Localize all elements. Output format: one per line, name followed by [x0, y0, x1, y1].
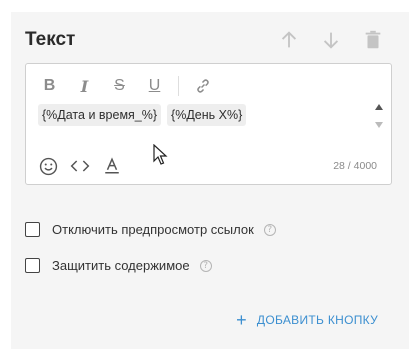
character-counter: 28 / 4000 — [333, 160, 377, 172]
protect-content-label: Защитить содержимое — [52, 258, 190, 273]
move-up-button[interactable] — [277, 28, 301, 52]
code-button[interactable] — [70, 156, 90, 176]
add-button-label: ДОБАВИТЬ КНОПКУ — [256, 313, 378, 327]
add-button-button[interactable]: + ДОБАВИТЬ КНОПКУ — [236, 311, 378, 329]
arrow-up-icon — [281, 31, 297, 48]
text-color-icon — [105, 157, 119, 174]
bold-button[interactable]: B — [40, 77, 59, 96]
help-icon[interactable]: ? — [263, 223, 276, 236]
variable-tag[interactable]: {%День X%} — [167, 104, 247, 126]
block-title: Текст — [25, 29, 76, 50]
italic-button[interactable]: I — [75, 77, 94, 96]
emoji-icon — [39, 157, 57, 175]
text-color-button[interactable] — [102, 156, 122, 176]
code-icon — [70, 160, 90, 172]
mouse-cursor-icon — [153, 144, 168, 165]
disable-preview-label: Отключить предпросмотр ссылок — [52, 222, 254, 237]
option-disable-preview[interactable]: Отключить предпросмотр ссылок ? — [25, 222, 276, 237]
disable-preview-checkbox[interactable] — [25, 222, 40, 237]
move-down-button[interactable] — [319, 28, 343, 52]
arrow-down-icon — [323, 32, 339, 49]
link-button[interactable] — [193, 77, 212, 96]
variable-tag[interactable]: {%Дата и время_%} — [38, 104, 162, 126]
block-actions — [277, 28, 385, 52]
scroll-up-icon[interactable] — [375, 104, 383, 110]
plus-icon: + — [236, 310, 247, 330]
trash-icon — [365, 30, 381, 49]
help-icon[interactable]: ? — [199, 259, 212, 272]
variable-tags: {%Дата и время_%} {%День X%} — [38, 104, 247, 126]
link-icon — [196, 79, 209, 93]
message-editor[interactable]: B I S U {%Дата и время_%} {%День X%} 28 … — [25, 63, 392, 185]
underline-button[interactable]: U — [145, 77, 164, 96]
option-protect-content[interactable]: Защитить содержимое ? — [25, 258, 212, 273]
emoji-button[interactable] — [38, 156, 58, 176]
editor-bottom-bar — [38, 156, 122, 176]
strikethrough-button[interactable]: S — [110, 77, 129, 96]
format-toolbar: B I S U — [40, 76, 228, 96]
editor-scrollbar[interactable] — [374, 104, 384, 128]
scroll-down-icon[interactable] — [375, 122, 383, 128]
toolbar-divider — [178, 76, 179, 96]
protect-content-checkbox[interactable] — [25, 258, 40, 273]
delete-button[interactable] — [361, 28, 385, 52]
text-block-panel: Текст B I S U {%Дата и время_%} {%День X… — [11, 12, 409, 349]
